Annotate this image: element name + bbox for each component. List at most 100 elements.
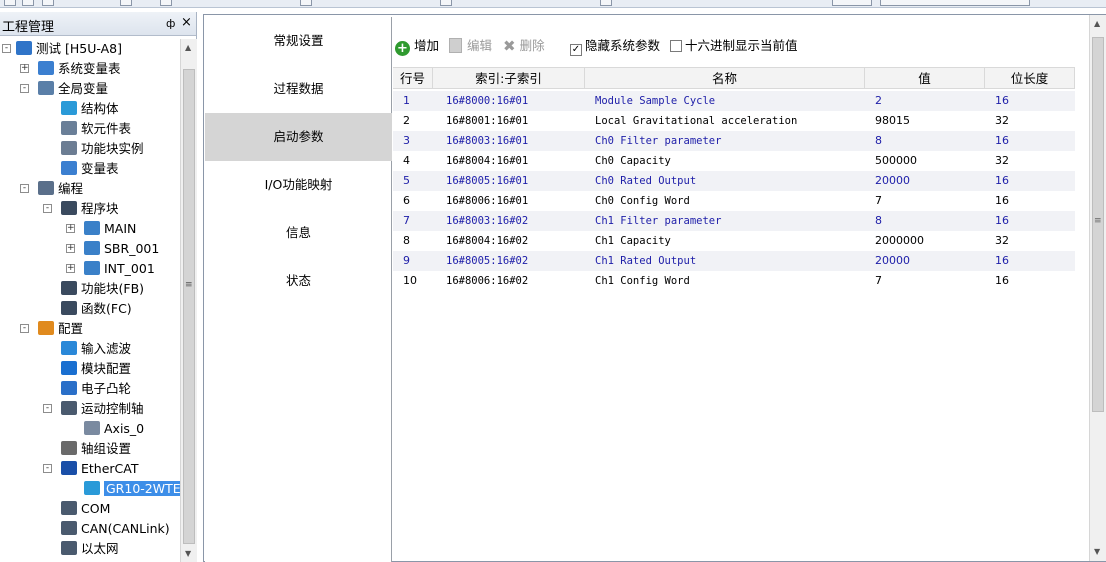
tree-node[interactable]: SBR_001 <box>84 239 159 259</box>
tab-2[interactable]: 启动参数 <box>205 113 392 161</box>
table-row[interactable]: 2 16#8001:16#01 Local Gravitational accele… <box>393 111 1075 131</box>
column-header[interactable]: 名称 <box>585 67 865 89</box>
tree-node[interactable]: CAN(CANLink) <box>61 519 170 539</box>
tree-node[interactable]: 输入滤波 <box>61 339 131 359</box>
tree-node[interactable]: 运动控制轴 <box>61 399 144 419</box>
column-header[interactable]: 索引:子索引 <box>433 67 585 89</box>
tree-node[interactable]: EtherCAT <box>61 459 139 479</box>
checkbox-checked-icon[interactable]: ✓ <box>570 44 582 56</box>
tab-0[interactable]: 常规设置 <box>205 17 392 65</box>
tree-node[interactable]: 模块配置 <box>61 359 131 379</box>
table-row[interactable]: 8 16#8004:16#02 Ch1 Capacity 2000000 32 <box>393 231 1075 251</box>
tree-node[interactable]: 以太网 <box>61 539 119 559</box>
tree-node[interactable]: 轴组设置 <box>61 439 131 459</box>
expand-icon[interactable]: + <box>20 64 29 73</box>
tree-node[interactable]: 全局变量 <box>38 79 108 99</box>
tree-node[interactable]: 配置 <box>38 319 83 339</box>
toolbar-button[interactable] <box>832 0 872 6</box>
expand-icon[interactable]: + <box>66 224 75 233</box>
scroll-down-icon[interactable]: ▼ <box>185 549 191 558</box>
collapse-icon[interactable]: - <box>2 44 11 53</box>
add-button[interactable]: + 增加 <box>395 35 439 57</box>
tree-node[interactable]: 编程 <box>38 179 83 199</box>
toolbar-file-icon[interactable] <box>4 0 16 6</box>
toolbar-tool-icon[interactable] <box>120 0 132 6</box>
tree-node-label: 全局变量 <box>58 81 109 96</box>
column-header[interactable]: 值 <box>865 67 985 89</box>
tree-node[interactable]: 函数(FC) <box>61 299 132 319</box>
ethernet-icon <box>61 541 77 555</box>
table-row[interactable]: 5 16#8005:16#01 Ch0 Rated Output 20000 16 <box>393 171 1075 191</box>
collapse-icon[interactable]: - <box>43 464 52 473</box>
module-gear-icon <box>61 361 77 375</box>
edit-icon <box>449 38 462 53</box>
delete-button[interactable]: ✖ 删除 <box>503 35 545 57</box>
table-cell: 16 <box>995 214 1009 227</box>
table-cell: 2 <box>875 94 882 107</box>
toolbar-save-icon[interactable] <box>22 0 34 6</box>
tree-node-label: 运动控制轴 <box>81 401 144 416</box>
tab-4[interactable]: 信息 <box>205 209 392 257</box>
hide-system-params-checkbox[interactable]: ✓ 隐藏系统参数 <box>570 35 660 57</box>
table-row[interactable]: 1 16#8000:16#01 Module Sample Cycle 2 16 <box>393 91 1075 111</box>
table-row[interactable]: 4 16#8004:16#01 Ch0 Capacity 500000 32 <box>393 151 1075 171</box>
table-cell: 16 <box>995 194 1009 207</box>
toolbar-tool-icon[interactable] <box>600 0 612 6</box>
expand-icon[interactable]: + <box>66 244 75 253</box>
tree-scrollbar[interactable]: ▲ ≡ ▼ <box>180 39 197 562</box>
table-row[interactable]: 10 16#8006:16#02 Ch1 Config Word 7 16 <box>393 271 1075 291</box>
tree-node[interactable]: INT_001 <box>84 259 155 279</box>
tree-node[interactable]: 电子凸轮 <box>61 379 131 399</box>
collapse-icon[interactable]: - <box>20 184 29 193</box>
table-cell: Ch1 Filter parameter <box>595 215 722 227</box>
pin-icon[interactable]: ф <box>166 17 175 30</box>
table-cell: 16#8005:16#02 <box>446 255 529 267</box>
table-cell: Ch0 Rated Output <box>595 175 697 187</box>
table-cell: 8 <box>875 214 882 227</box>
toolbar-field[interactable] <box>880 0 1030 6</box>
tree-node[interactable]: 结构体 <box>61 99 119 119</box>
scroll-down-icon[interactable]: ▼ <box>1094 547 1100 556</box>
table-cell: 16 <box>995 134 1009 147</box>
toolbar-tool-icon[interactable] <box>300 0 312 6</box>
column-header[interactable]: 行号 <box>393 67 433 89</box>
table-row[interactable]: 6 16#8006:16#01 Ch0 Config Word 7 16 <box>393 191 1075 211</box>
collapse-icon[interactable]: - <box>43 404 52 413</box>
toolbar-tool-icon[interactable] <box>160 0 172 6</box>
tree-node[interactable]: 程序块 <box>61 199 119 219</box>
table-row[interactable]: 9 16#8005:16#02 Ch1 Rated Output 20000 16 <box>393 251 1075 271</box>
collapse-icon[interactable]: - <box>20 84 29 93</box>
tab-1[interactable]: 过程数据 <box>205 65 392 113</box>
toolbar-tool-icon[interactable] <box>440 0 452 6</box>
tree-node[interactable]: Axis_0 <box>84 419 144 439</box>
hex-display-checkbox[interactable]: 十六进制显示当前值 <box>670 35 798 57</box>
tree-node[interactable]: 系统变量表 <box>38 59 121 79</box>
table-row[interactable]: 3 16#8003:16#01 Ch0 Filter parameter 8 16 <box>393 131 1075 151</box>
collapse-icon[interactable]: - <box>43 204 52 213</box>
tab-5[interactable]: 状态 <box>205 257 392 305</box>
tree-node-label: 输入滤波 <box>81 341 132 356</box>
tree-node[interactable]: 测试 [H5U-A8] <box>16 39 122 59</box>
column-header[interactable]: 位长度 <box>985 67 1075 89</box>
collapse-icon[interactable]: - <box>20 324 29 333</box>
close-icon[interactable]: × <box>181 15 192 30</box>
table-cell: 16 <box>995 254 1009 267</box>
edit-button[interactable]: 编辑 <box>449 35 492 57</box>
content-scrollbar[interactable]: ▲ ≡ ▼ <box>1089 15 1106 561</box>
tree-node[interactable]: COM <box>61 499 110 519</box>
tree-node[interactable]: MAIN <box>84 219 136 239</box>
scroll-up-icon[interactable]: ▲ <box>185 43 191 52</box>
tree-node[interactable]: 功能块实例 <box>61 139 144 159</box>
tree-node[interactable]: 功能块(FB) <box>61 279 144 299</box>
toolbar-print-icon[interactable] <box>42 0 54 6</box>
expand-icon[interactable]: + <box>66 264 75 273</box>
table-row[interactable]: 7 16#8003:16#02 Ch1 Filter parameter 8 16 <box>393 211 1075 231</box>
tree-node[interactable]: 变量表 <box>61 159 119 179</box>
tree-scrollbar-thumb[interactable] <box>183 69 195 544</box>
tree-node[interactable]: 软元件表 <box>61 119 131 139</box>
scroll-up-icon[interactable]: ▲ <box>1094 19 1100 28</box>
tree-node[interactable]: GR10-2WTE <box>84 479 180 499</box>
document-icon <box>38 81 54 95</box>
tab-3[interactable]: I/O功能映射 <box>205 161 392 209</box>
checkbox-unchecked-icon[interactable] <box>670 40 682 52</box>
